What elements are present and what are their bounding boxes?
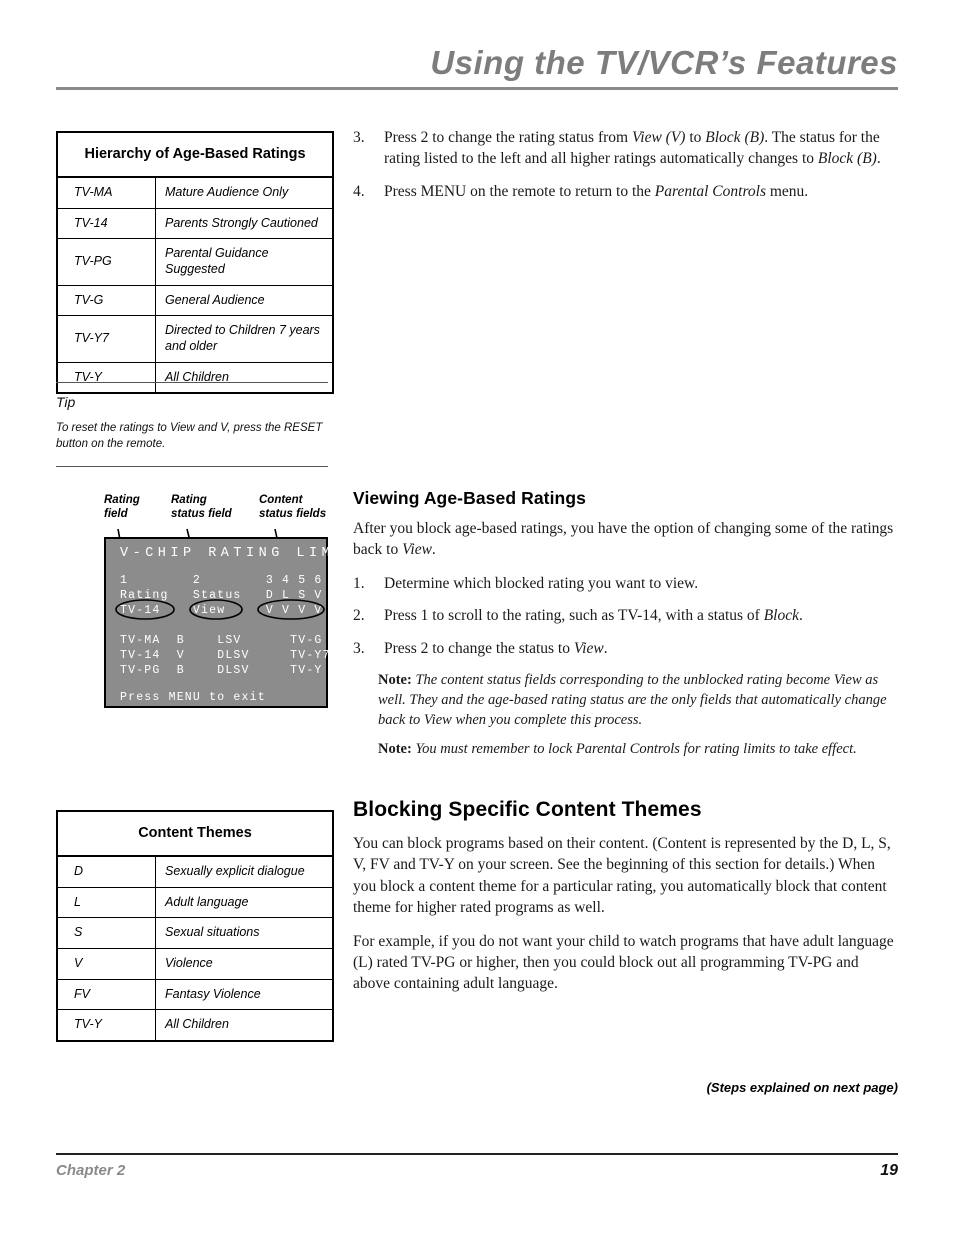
tip-block: Tip To reset the ratings to View and V, …	[56, 382, 334, 467]
step-number: 3.	[353, 639, 365, 657]
blocking-content-themes-section: Blocking Specific Content Themes You can…	[353, 798, 898, 1007]
rating-key: TV-MA	[56, 176, 156, 209]
step-number: 1.	[353, 574, 365, 592]
viewing-age-based-ratings-section: Viewing Age-Based Ratings After you bloc…	[353, 488, 898, 768]
table-row: TV-14 Parents Strongly Cautioned	[56, 207, 334, 240]
rating-key: TV-PG	[56, 238, 156, 286]
rating-key: TV-Y7	[56, 315, 156, 363]
table-row: FV Fantasy Violence	[56, 978, 334, 1011]
theme-key: L	[56, 886, 156, 919]
theme-key: D	[56, 855, 156, 888]
hierarchy-table-body: TV-MA Mature Audience Only TV-14 Parents…	[56, 176, 334, 394]
table-caption: Content Themes	[56, 810, 334, 858]
note-paragraph: Note: You must remember to lock Parental…	[353, 739, 898, 759]
vchip-diagram: Rating field Rating status field Content…	[56, 486, 362, 716]
note-label: Note:	[378, 740, 412, 757]
step-number: 2.	[353, 607, 365, 625]
step-number: 4.	[353, 182, 365, 200]
list-item: 1. Determine which blocked rating you wa…	[353, 573, 898, 594]
callout-labels: Rating field Rating status field Content…	[56, 486, 346, 530]
theme-key: S	[56, 917, 156, 949]
content-themes-table: Content Themes D Sexually explicit dialo…	[56, 810, 334, 1042]
table-row: TV-G General Audience	[56, 284, 334, 317]
hierarchy-table-container: Hierarchy of Age-Based Ratings TV-MA Mat…	[56, 131, 334, 395]
list-item: 3. Press 2 to change the rating status f…	[353, 127, 898, 170]
table-row: D Sexually explicit dialogue	[56, 855, 334, 888]
content-themes-table-body: D Sexually explicit dialogue L Adult lan…	[56, 855, 334, 1042]
note-text: The content status fields corresponding …	[378, 671, 887, 728]
table-row: TV-PG Parental Guidance Suggested	[56, 238, 334, 286]
theme-desc: All Children	[155, 1009, 334, 1042]
rating-desc: Parental Guidance Suggested	[155, 238, 334, 286]
note-label: Note:	[378, 671, 412, 688]
section-heading: Blocking Specific Content Themes	[353, 798, 702, 821]
step-text: Press 2 to change the status to View.	[384, 639, 608, 657]
viewing-steps-list: 1. Determine which blocked rating you wa…	[353, 573, 898, 659]
content-themes-table-container: Content Themes D Sexually explicit dialo…	[56, 810, 334, 1042]
hierarchy-of-age-based-ratings-table: Hierarchy of Age-Based Ratings TV-MA Mat…	[56, 131, 334, 395]
rating-key: TV-G	[56, 284, 156, 317]
next-page-note: (Steps explained on next page)	[706, 1080, 898, 1095]
step-text: Determine which blocked rating you want …	[384, 574, 699, 592]
rating-desc: Mature Audience Only	[155, 176, 334, 209]
table-row: TV-Y All Children	[56, 1009, 334, 1042]
theme-desc: Violence	[155, 948, 334, 980]
step-text: Press 1 to scroll to the rating, such as…	[384, 607, 803, 625]
page-title: Using the TV/VCR’s Features	[430, 44, 898, 81]
vchip-current-values: TV-14 View V V V V	[120, 604, 323, 617]
page-number: 19	[880, 1162, 898, 1179]
theme-desc: Adult language	[155, 886, 334, 919]
table-row: TV-Y7 Directed to Children 7 years and o…	[56, 315, 334, 363]
tip-title: Tip	[56, 394, 76, 410]
table-row: S Sexual situations	[56, 917, 334, 949]
vchip-highlight-ellipses	[115, 599, 325, 620]
vchip-column-headers: Rating Status D L S V FV	[120, 589, 347, 602]
rating-desc: Directed to Children 7 years and older	[155, 315, 334, 363]
list-item: 3. Press 2 to change the status to View.	[353, 638, 898, 659]
page-footer: Chapter 2 19	[56, 1153, 898, 1180]
section-paragraph: You can block programs based on their co…	[353, 835, 891, 917]
top-steps-list: 3. Press 2 to change the rating status f…	[353, 127, 898, 213]
table-row: V Violence	[56, 948, 334, 980]
theme-key: TV-Y	[56, 1009, 156, 1042]
list-item: 4. Press MENU on the remote to return to…	[353, 181, 898, 202]
vchip-summary-row: TV-PG B DLSV TV-Y V	[120, 664, 355, 677]
rating-desc: General Audience	[155, 284, 334, 317]
page-header: Using the TV/VCR’s Features	[56, 44, 898, 90]
vchip-rating-limit-screen: V-CHIP RATING LIMIT 1 2 3 4 5 6 7 Rating…	[104, 537, 362, 708]
callout-label-content-status-fields: Content status fields	[259, 494, 327, 520]
theme-key: FV	[56, 978, 156, 1011]
step-text: Press 2 to change the rating status from…	[384, 129, 881, 168]
tip-divider-top	[56, 382, 328, 383]
tip-text: To reset the ratings to View and V, pres…	[56, 422, 323, 451]
vchip-screen-title: V-CHIP RATING LIMIT	[120, 546, 360, 561]
rating-desc: Parents Strongly Cautioned	[155, 207, 334, 240]
header-divider	[56, 86, 898, 90]
footer-divider	[56, 1153, 898, 1155]
step-number: 3.	[353, 129, 365, 146]
list-item: 2. Press 1 to scroll to the rating, such…	[353, 605, 898, 626]
step-text: Press MENU on the remote to return to th…	[384, 182, 809, 200]
theme-desc: Sexually explicit dialogue	[155, 855, 334, 888]
section-paragraph: For example, if you do not want your chi…	[353, 932, 894, 993]
table-caption: Hierarchy of Age-Based Ratings	[56, 131, 334, 179]
table-row: TV-MA Mature Audience Only	[56, 176, 334, 209]
theme-desc: Fantasy Violence	[155, 978, 334, 1011]
vchip-column-numbers: 1 2 3 4 5 6 7	[120, 574, 339, 587]
vchip-exit-hint: Press MENU to exit	[120, 691, 266, 704]
theme-key: V	[56, 948, 156, 980]
note-text: You must remember to lock Parental Contr…	[415, 740, 857, 757]
section-heading: Viewing Age-Based Ratings	[353, 488, 586, 508]
table-row: L Adult language	[56, 886, 334, 919]
chapter-label: Chapter 2	[56, 1162, 126, 1179]
rating-key: TV-14	[56, 207, 156, 240]
vchip-summary-row: TV-14 V DLSV TV-Y7 VFV	[120, 649, 364, 662]
vchip-summary-row: TV-MA B LSV TV-G V	[120, 634, 355, 647]
callout-label-rating-field: Rating field	[104, 494, 140, 520]
note-paragraph: Note: The content status fields correspo…	[353, 670, 898, 730]
callout-label-rating-status-field: Rating status field	[171, 494, 232, 520]
tip-divider-bottom	[56, 465, 328, 467]
section-intro-paragraph: After you block age-based ratings, you h…	[353, 520, 894, 559]
theme-desc: Sexual situations	[155, 917, 334, 949]
